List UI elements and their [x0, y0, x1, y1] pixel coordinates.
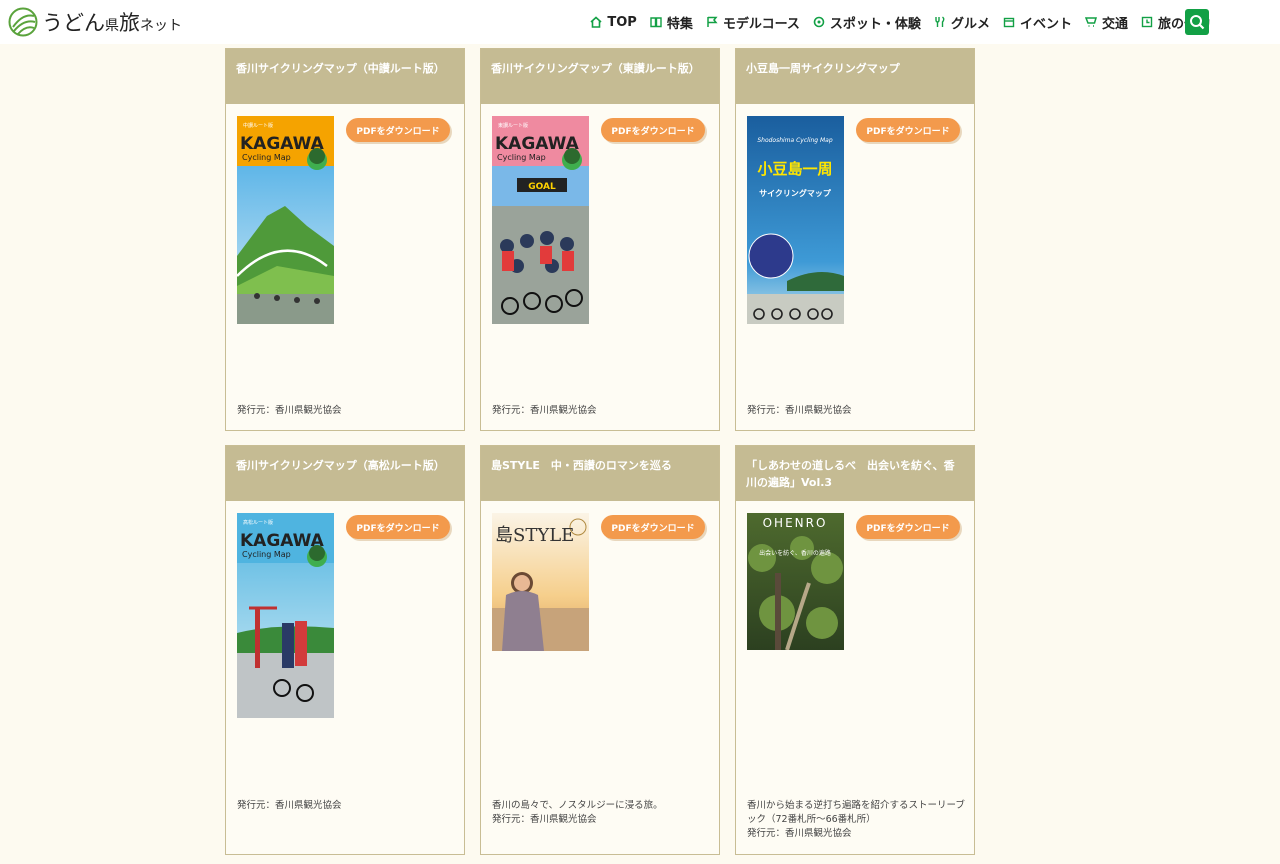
brochure-cover[interactable]: 中讃ルート版 KAGAWA Cycling Map: [237, 116, 334, 324]
cover-brand: OHENRO: [763, 516, 828, 530]
cover-tag: 東讃ルート版: [498, 122, 528, 129]
main-nav: TOP 特集 モデルコース スポット・体験 グルメ イベント 交通 旅の予約: [577, 0, 1210, 44]
card-publisher: 発行元：香川県観光協会: [747, 405, 852, 416]
cover-brand: KAGAWA: [240, 531, 325, 551]
logo-leaf-icon: [8, 7, 38, 37]
card-publisher: 発行元：香川県観光協会: [492, 405, 597, 416]
brochure-cover[interactable]: OHENRO 出会いを紡ぐ、香川の遍路: [747, 513, 844, 650]
pin-icon: [813, 16, 825, 28]
brochure-card: 小豆島一周サイクリングマップ Shodoshima Cycling Map 小豆…: [735, 48, 975, 431]
nav-model-course[interactable]: モデルコース: [706, 13, 800, 32]
card-title: 小豆島一周サイクリングマップ: [736, 49, 974, 104]
cover-title: 小豆島一周: [757, 160, 832, 178]
card-description: 発行元：香川県観光協会: [747, 404, 967, 418]
cover-subtitle: Cycling Map: [497, 153, 546, 162]
brochure-cover[interactable]: Shodoshima Cycling Map 小豆島一周 サイクリングマップ: [747, 116, 844, 324]
cover-tag: 中讃ルート版: [243, 122, 273, 129]
logo-text: うどん県旅ネット: [42, 11, 182, 35]
calendar-icon: [1003, 17, 1015, 28]
brochure-cover[interactable]: 高松ルート版 KAGAWA Cycling Map: [237, 513, 334, 718]
cover-subtitle: Cycling Map: [242, 153, 291, 162]
home-icon: [590, 16, 602, 28]
card-title: 香川サイクリングマップ（東讃ルート版）: [481, 49, 719, 104]
card-publisher: 発行元：香川県観光協会: [237, 800, 342, 811]
nav-features[interactable]: 特集: [650, 13, 693, 32]
site-header: うどん県旅ネット TOP 特集 モデルコース スポット・体験 グルメ イベント: [0, 0, 1280, 44]
brochure-card: 島STYLE 中・西讃のロマンを巡る 島STYLE PDFをダウンロード 香川の…: [480, 445, 720, 855]
brochure-card: 香川サイクリングマップ（中讃ルート版） 中讃ルート版 KAGAWA Cyclin…: [225, 48, 465, 431]
nav-events[interactable]: イベント: [1003, 13, 1072, 32]
card-title: 「しあわせの道しるべ 出会いを紡ぐ、香川の遍路」Vol.3: [736, 446, 974, 501]
card-summary: 香川から始まる逆打ち遍路を紹介するストーリーブック（72番札所〜66番札所）: [747, 800, 965, 825]
nav-gourmet[interactable]: グルメ: [934, 13, 990, 32]
nav-spots[interactable]: スポット・体験: [813, 13, 921, 32]
pdf-download-button[interactable]: PDFをダウンロード: [856, 118, 960, 142]
cover-subtitle: Cycling Map: [242, 550, 291, 559]
cover-tag: 高松ルート版: [243, 519, 273, 526]
pdf-download-button[interactable]: PDFをダウンロード: [346, 118, 450, 142]
transport-icon: [1084, 17, 1097, 27]
brochure-cover[interactable]: 島STYLE: [492, 513, 589, 651]
card-description: 香川の島々で、ノスタルジーに浸る旅。 発行元：香川県観光協会: [492, 799, 712, 827]
utensils-icon: [935, 16, 945, 27]
cover-subtitle: 出会いを紡ぐ、香川の遍路: [759, 549, 831, 557]
card-publisher: 発行元：香川県観光協会: [747, 828, 852, 839]
pdf-download-button[interactable]: PDFをダウンロード: [346, 515, 450, 539]
card-description: 香川から始まる逆打ち遍路を紹介するストーリーブック（72番札所〜66番札所） 発…: [747, 799, 967, 841]
nav-transport[interactable]: 交通: [1084, 13, 1128, 32]
flag-icon: [707, 16, 718, 27]
card-publisher: 発行元：香川県観光協会: [237, 405, 342, 416]
cover-subtitle: サイクリングマップ: [759, 188, 832, 198]
nav-top[interactable]: TOP: [590, 15, 637, 30]
card-description: 発行元：香川県観光協会: [237, 404, 457, 418]
pdf-download-button[interactable]: PDFをダウンロード: [601, 118, 705, 142]
card-title: 島STYLE 中・西讃のロマンを巡る: [481, 446, 719, 501]
cover-brand: 島STYLE: [495, 525, 574, 546]
brochure-card: 香川サイクリングマップ（東讃ルート版） GOAL 東讃ルート版 KAGAWA C…: [480, 48, 720, 431]
cover-brand: KAGAWA: [240, 134, 325, 154]
pdf-download-button[interactable]: PDFをダウンロード: [856, 515, 960, 539]
search-button[interactable]: [1185, 9, 1209, 35]
card-title: 香川サイクリングマップ（中讃ルート版）: [226, 49, 464, 104]
brochure-cover[interactable]: GOAL 東讃ルート版 KAGAWA Cycling Map: [492, 116, 589, 324]
cover-brand: Shodoshima Cycling Map: [757, 137, 833, 144]
cover-banner: GOAL: [528, 182, 556, 192]
brochure-card: 香川サイクリングマップ（高松ルート版） 高松ルート版 KAGAWA Cyclin…: [225, 445, 465, 855]
search-icon: [1190, 15, 1205, 30]
card-description: 発行元：香川県観光協会: [492, 404, 712, 418]
reserve-icon: [1141, 16, 1153, 28]
pdf-download-button[interactable]: PDFをダウンロード: [601, 515, 705, 539]
book-icon: [650, 17, 662, 28]
card-publisher: 発行元：香川県観光協会: [492, 814, 597, 825]
card-title: 香川サイクリングマップ（高松ルート版）: [226, 446, 464, 501]
card-description: 発行元：香川県観光協会: [237, 799, 457, 813]
cover-brand: KAGAWA: [495, 134, 580, 154]
brochure-card: 「しあわせの道しるべ 出会いを紡ぐ、香川の遍路」Vol.3 OHENRO 出会い…: [735, 445, 975, 855]
site-logo[interactable]: うどん県旅ネット: [8, 6, 182, 38]
card-summary: 香川の島々で、ノスタルジーに浸る旅。: [492, 800, 663, 811]
